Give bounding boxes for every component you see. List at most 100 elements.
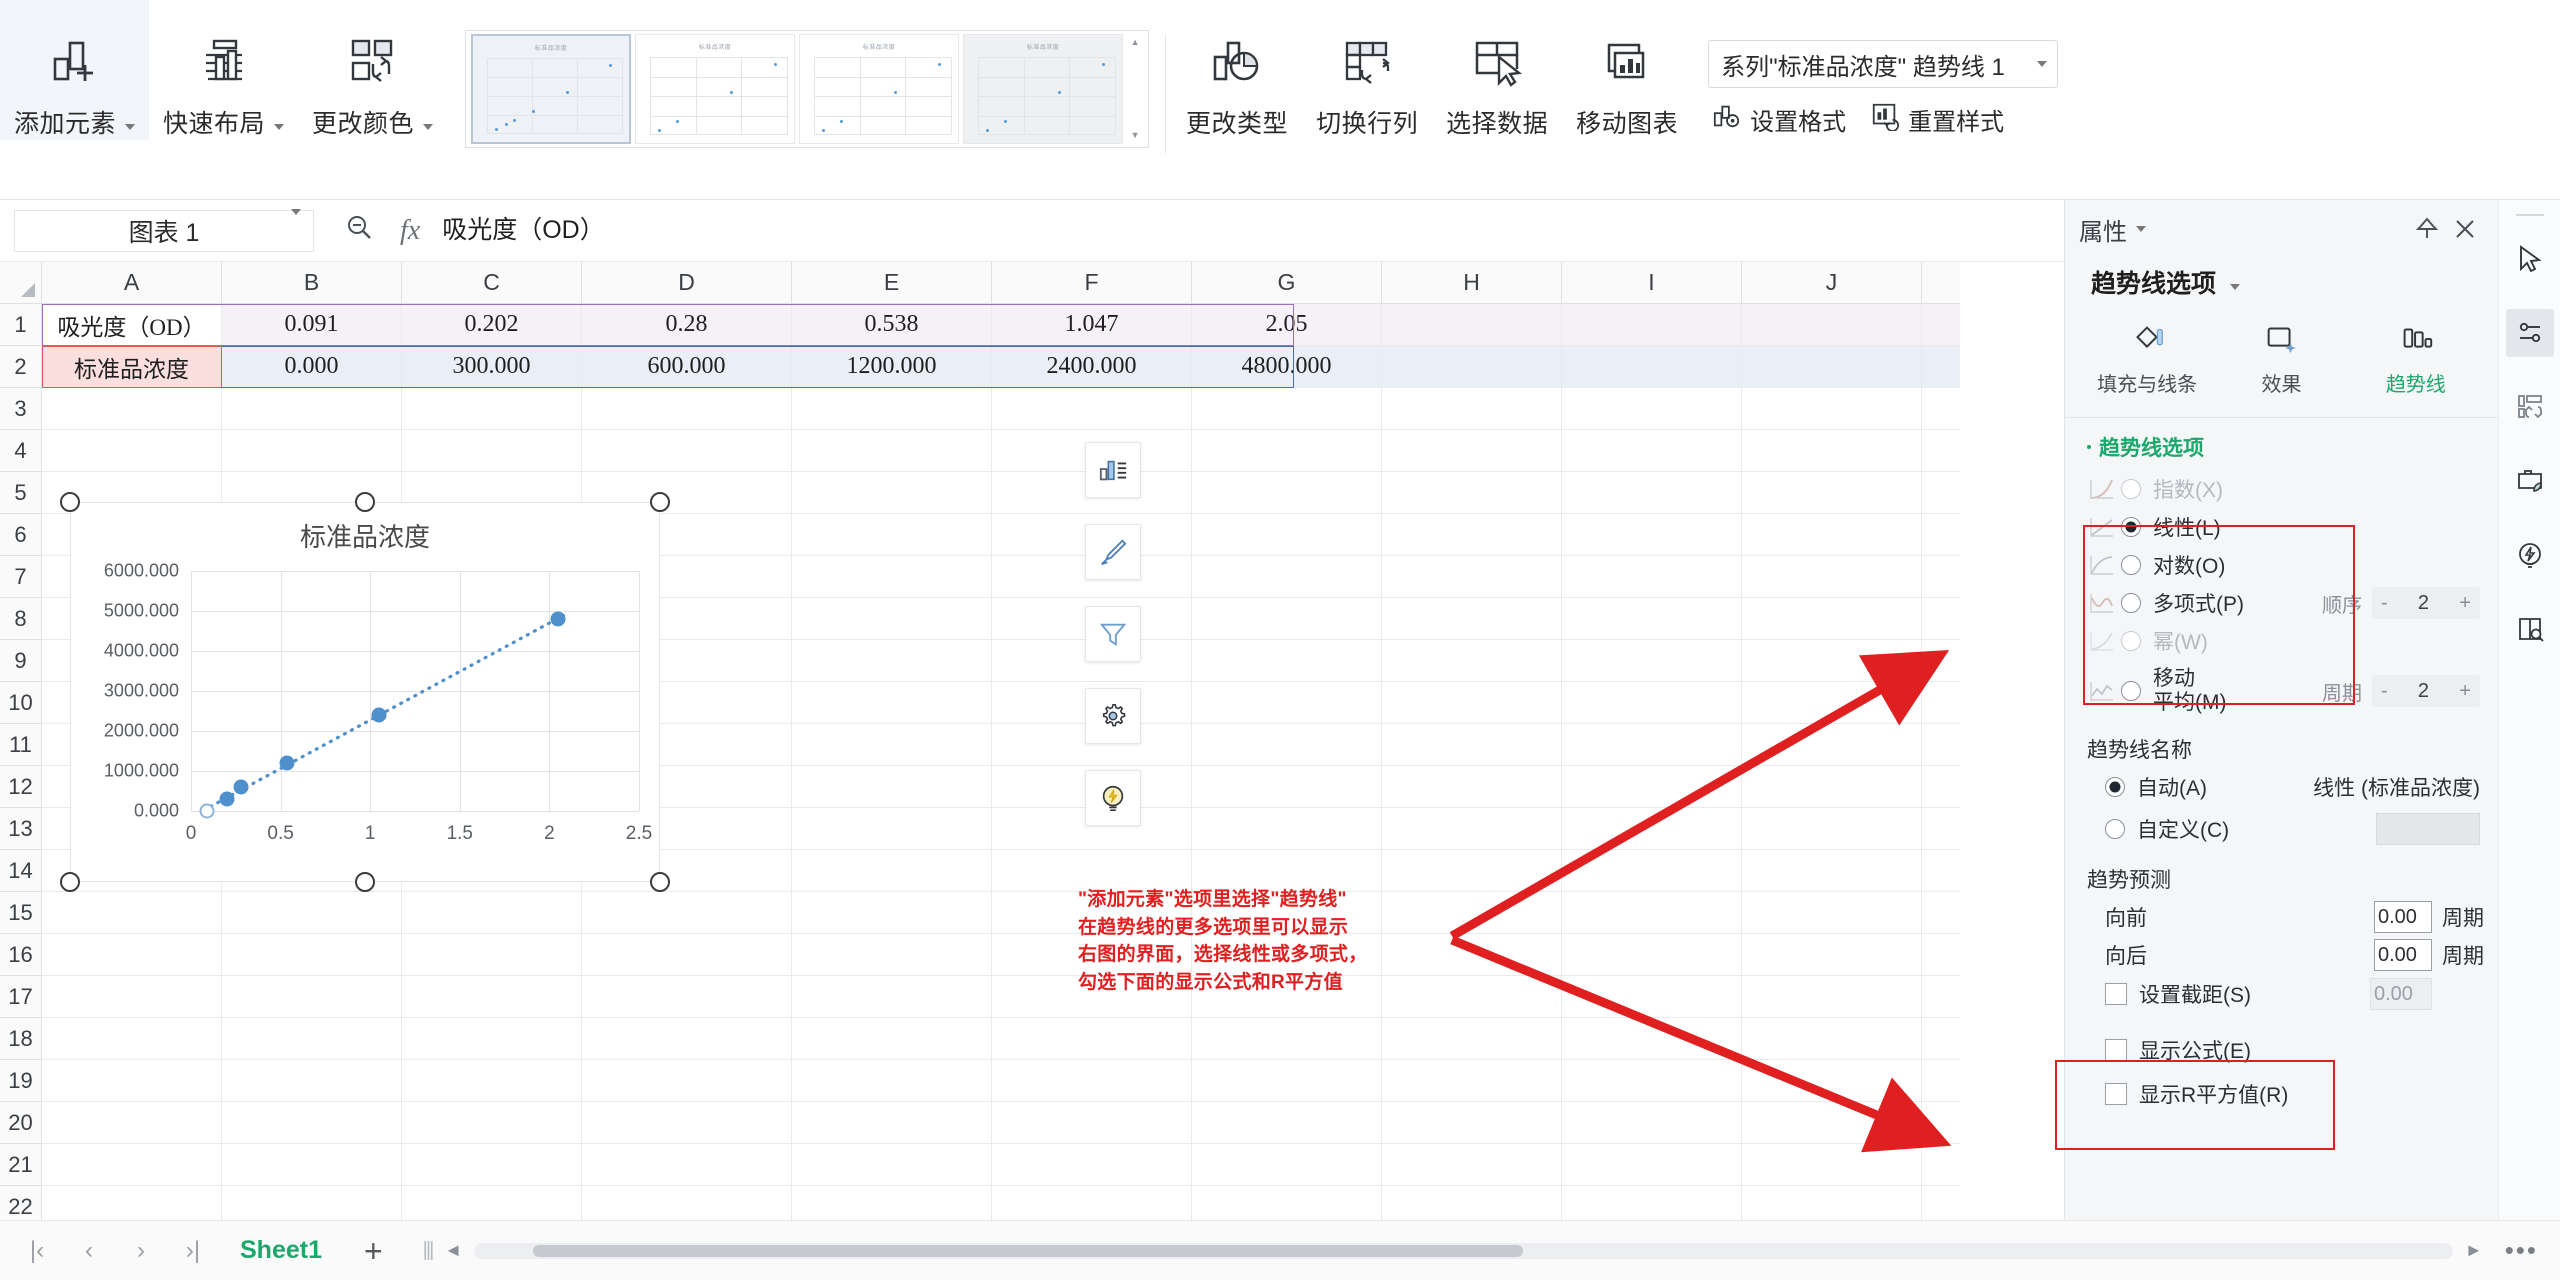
grid-cell[interactable] xyxy=(1562,472,1742,514)
grid-cell[interactable] xyxy=(1382,472,1562,514)
grid-cell[interactable] xyxy=(792,598,992,640)
intercept-value-input[interactable]: 0.00 xyxy=(2370,978,2432,1010)
grid-cell[interactable] xyxy=(1562,1144,1742,1186)
chart-style-thumbnail[interactable]: 标准品浓度 xyxy=(799,34,960,144)
grid-cell[interactable] xyxy=(42,1102,222,1144)
ai-spark-icon[interactable] xyxy=(2506,531,2554,579)
grid-cell[interactable] xyxy=(1922,1144,1960,1186)
grid-cell[interactable] xyxy=(42,1144,222,1186)
grid-cell[interactable] xyxy=(792,1102,992,1144)
grid-cell[interactable] xyxy=(42,430,222,472)
trendline-name-custom-row[interactable]: 自定义(C) xyxy=(2065,806,2498,852)
set-intercept-row[interactable]: 设置截距(S) 0.00 xyxy=(2065,974,2498,1014)
grid-cell[interactable] xyxy=(1562,514,1742,556)
trendline[interactable] xyxy=(191,571,639,812)
grid-cell[interactable] xyxy=(582,1102,792,1144)
trendline-option-moving-average[interactable]: 移动 平均(M) 周期 - 2 + xyxy=(2065,660,2498,722)
grid-cell[interactable] xyxy=(1562,388,1742,430)
grid-cell[interactable] xyxy=(1382,724,1562,766)
grid-cell[interactable] xyxy=(582,1144,792,1186)
grid-cell[interactable] xyxy=(42,1186,222,1220)
row-header[interactable]: 21 xyxy=(0,1144,42,1186)
grid-cell[interactable] xyxy=(792,640,992,682)
polynomial-order-stepper[interactable]: - 2 + xyxy=(2372,587,2480,619)
grid-cell[interactable]: 标准品浓度 xyxy=(42,346,222,388)
grid-cell[interactable] xyxy=(992,1144,1192,1186)
data-point[interactable] xyxy=(233,779,249,795)
grid-cell[interactable] xyxy=(1922,1060,1960,1102)
grid-cell[interactable] xyxy=(1922,766,1960,808)
row-header[interactable]: 13 xyxy=(0,808,42,850)
grid-cell[interactable] xyxy=(1382,346,1562,388)
grid-cell[interactable] xyxy=(1562,598,1742,640)
row-header[interactable]: 10 xyxy=(0,682,42,724)
grid-cell[interactable] xyxy=(582,1060,792,1102)
tab-trendline[interactable]: 趋势线 xyxy=(2352,318,2480,403)
grid-cell[interactable] xyxy=(792,556,992,598)
grid-cell[interactable] xyxy=(1192,1102,1382,1144)
trendline-custom-name-input[interactable] xyxy=(2376,813,2480,845)
chart-element-combobox[interactable]: 系列"标准品浓度" 趋势线 1 xyxy=(1708,40,2059,88)
column-header[interactable]: B xyxy=(222,262,402,304)
grid-cell[interactable] xyxy=(1922,808,1960,850)
grid-cell[interactable] xyxy=(42,892,222,934)
grid-cell[interactable] xyxy=(1922,1102,1960,1144)
grid-cell[interactable] xyxy=(1382,304,1562,346)
grid-cell[interactable] xyxy=(792,850,992,892)
chevron-down-icon[interactable] xyxy=(2136,226,2146,232)
row-header[interactable]: 5 xyxy=(0,472,42,514)
grid-cell[interactable] xyxy=(792,724,992,766)
grid-cell[interactable] xyxy=(1742,514,1922,556)
panel-subtitle-row[interactable]: 趋势线选项 xyxy=(2065,258,2498,302)
grid-cell[interactable] xyxy=(792,430,992,472)
grid-cell[interactable] xyxy=(1742,934,1922,976)
grid-cell[interactable] xyxy=(792,388,992,430)
cell-format-icon[interactable] xyxy=(2506,383,2554,431)
data-point[interactable] xyxy=(199,803,215,819)
grid-cell[interactable] xyxy=(582,388,792,430)
grid-cell[interactable] xyxy=(1742,598,1922,640)
zoom-search-icon[interactable] xyxy=(344,213,374,248)
grid-cell[interactable] xyxy=(992,388,1192,430)
chart-object[interactable]: 标准品浓度 0.000 1000.000 2000.000 3000.000 4… xyxy=(60,492,670,892)
grid-cell[interactable] xyxy=(1742,850,1922,892)
row-header[interactable]: 8 xyxy=(0,598,42,640)
grid-cell[interactable] xyxy=(42,934,222,976)
row-header[interactable]: 2 xyxy=(0,346,42,388)
grid-cell[interactable] xyxy=(222,1018,402,1060)
grid-cell[interactable] xyxy=(222,388,402,430)
grid-cell[interactable] xyxy=(1192,430,1382,472)
grid-cell[interactable] xyxy=(792,682,992,724)
column-header[interactable]: H xyxy=(1382,262,1562,304)
change-colors-button[interactable]: 更改颜色 xyxy=(298,0,447,140)
chart-frame[interactable]: 标准品浓度 0.000 1000.000 2000.000 3000.000 4… xyxy=(70,502,660,882)
grid-cell[interactable] xyxy=(1562,766,1742,808)
grid-cell[interactable] xyxy=(1562,430,1742,472)
row-header[interactable]: 14 xyxy=(0,850,42,892)
grid-cell[interactable] xyxy=(222,1144,402,1186)
row-header[interactable]: 16 xyxy=(0,934,42,976)
grid-cell[interactable] xyxy=(1192,640,1382,682)
chart-style-gallery[interactable]: 标准品浓度 标准品浓度 标准品浓度 标准品浓度 ▲ ▼ xyxy=(465,30,1150,148)
data-point[interactable] xyxy=(219,791,235,807)
grid-cell[interactable] xyxy=(1922,598,1960,640)
chevron-down-icon[interactable] xyxy=(2037,61,2048,67)
grid-cell[interactable] xyxy=(402,430,582,472)
chart-smart-bulb-icon[interactable] xyxy=(1085,770,1141,826)
scroll-track[interactable] xyxy=(474,1242,2453,1259)
trendline-option-linear[interactable]: 线性(L) xyxy=(2065,508,2498,546)
grid-cell[interactable] xyxy=(1562,640,1742,682)
grid-cell[interactable] xyxy=(792,766,992,808)
stepper-minus[interactable]: - xyxy=(2381,592,2388,615)
grid-cell[interactable] xyxy=(1562,808,1742,850)
radio-logarithmic[interactable] xyxy=(2121,555,2141,575)
show-equation-row[interactable]: 显示公式(E) xyxy=(2065,1028,2498,1072)
grid-cell[interactable] xyxy=(1562,346,1742,388)
trendline-option-power[interactable]: 幂(W) xyxy=(2065,622,2498,660)
grid-cell[interactable] xyxy=(792,808,992,850)
radio-name-custom[interactable] xyxy=(2105,819,2125,839)
grid-cell[interactable]: 0.091 xyxy=(222,304,402,346)
grid-cell[interactable] xyxy=(1742,1018,1922,1060)
cursor-select-icon[interactable] xyxy=(2506,235,2554,283)
grid-cell[interactable] xyxy=(582,430,792,472)
